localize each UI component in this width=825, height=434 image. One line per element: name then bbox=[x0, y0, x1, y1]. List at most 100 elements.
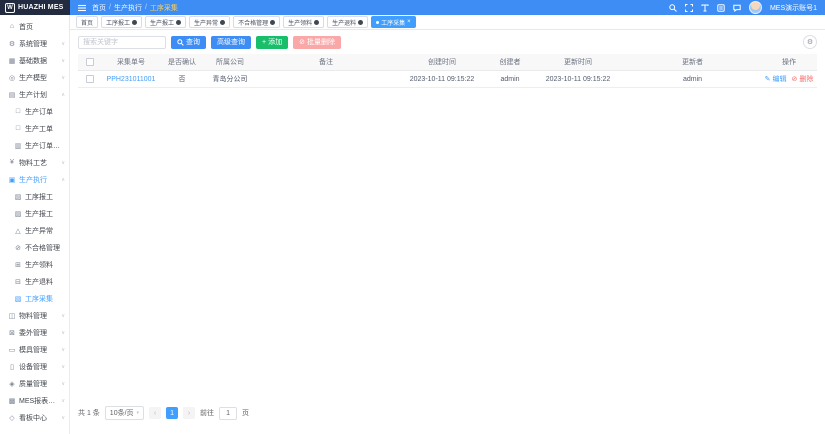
sidebar-item-system-mgmt[interactable]: ⚙ 系统管理 ∨ bbox=[0, 35, 69, 52]
sidebar-item-mold-mgmt[interactable]: ▭ 模具管理 ∨ bbox=[0, 341, 69, 358]
close-icon[interactable] bbox=[314, 20, 319, 25]
edit-button[interactable]: ✎ 编辑 bbox=[765, 76, 787, 83]
equipment-icon: ▯ bbox=[8, 363, 16, 371]
main-content: 首页 工序报工 生产报工 生产异常 不合格管理 bbox=[70, 15, 825, 434]
tab-production-report[interactable]: 生产报工 bbox=[145, 16, 186, 28]
sidebar-item-nonconforming-mgmt[interactable]: ⊘ 不合格管理 bbox=[0, 239, 69, 256]
sidebar-item-production-model[interactable]: ◎ 生产模型 ∨ bbox=[0, 69, 69, 86]
tab-process-collection[interactable]: 工序采集 × bbox=[371, 16, 416, 28]
sidebar-item-label: 生产模型 bbox=[19, 73, 47, 83]
chevron-down-icon: ▾ bbox=[137, 410, 140, 416]
sidebar-item-board-center[interactable]: ◇ 看板中心 ∨ bbox=[0, 409, 69, 426]
fullscreen-icon[interactable] bbox=[685, 4, 693, 12]
prev-page-button[interactable]: ‹ bbox=[149, 407, 161, 419]
column-settings-button[interactable]: ⚙ bbox=[803, 35, 817, 49]
plus-icon: + bbox=[262, 39, 266, 46]
trash-icon: ⊘ bbox=[792, 76, 798, 83]
data-table: 采集单号 是否确认 所属公司 备注 创建时间 创建者 更新时间 更新者 操作 bbox=[78, 54, 817, 88]
chart-icon: ▨ bbox=[14, 210, 22, 218]
created-at-cell: 2023-10-11 09:15:22 bbox=[396, 71, 488, 88]
tab-material-requisition[interactable]: 生产领料 bbox=[283, 16, 324, 28]
tab-home[interactable]: 首页 bbox=[76, 16, 98, 28]
app-root: W HUAZHI MES 首页 / 生产执行 / 工序采集 bbox=[0, 0, 825, 434]
goto-page-input[interactable] bbox=[219, 407, 237, 420]
select-all-checkbox[interactable] bbox=[86, 58, 94, 66]
close-icon[interactable] bbox=[220, 20, 225, 25]
plan-icon: ▤ bbox=[8, 91, 16, 99]
breadcrumb-separator: / bbox=[109, 4, 111, 11]
sidebar-item-home[interactable]: ⌂ 首页 bbox=[0, 18, 69, 35]
tab-process-report[interactable]: 工序报工 bbox=[101, 16, 142, 28]
tab-material-return[interactable]: 生产退料 bbox=[327, 16, 368, 28]
sidebar-item-production-abnormal[interactable]: △ 生产异常 bbox=[0, 222, 69, 239]
sidebar-item-quality-mgmt[interactable]: ◈ 质量管理 ∨ bbox=[0, 375, 69, 392]
sidebar-item-label: 工序报工 bbox=[25, 192, 53, 202]
sidebar-item-process-report[interactable]: ▨ 工序报工 bbox=[0, 188, 69, 205]
updated-at-cell: 2023-10-11 09:15:22 bbox=[532, 71, 624, 88]
tab-production-abnormal[interactable]: 生产异常 bbox=[189, 16, 230, 28]
avatar[interactable] bbox=[749, 1, 762, 14]
sidebar-item-production-report[interactable]: ▨ 生产报工 bbox=[0, 205, 69, 222]
delete-button[interactable]: ⊘ 删除 bbox=[792, 76, 814, 83]
close-icon[interactable] bbox=[176, 20, 181, 25]
material-icon: ◫ bbox=[8, 312, 16, 320]
sidebar-item-material-process[interactable]: ¥ 物料工艺 ∨ bbox=[0, 154, 69, 171]
doc-icon: □ bbox=[14, 108, 22, 115]
sidebar-item-basic-data[interactable]: ▦ 基础数据 ∨ bbox=[0, 52, 69, 69]
sidebar-item-order-board[interactable]: ▥ 生产订单看板 bbox=[0, 137, 69, 154]
inspect-icon: ⊘ bbox=[14, 244, 22, 252]
current-page-button[interactable]: 1 bbox=[166, 407, 178, 419]
message-icon[interactable] bbox=[733, 4, 741, 12]
sidebar-item-outsourcing-mgmt[interactable]: ⊠ 委外管理 ∨ bbox=[0, 324, 69, 341]
sidebar-item-material-requisition[interactable]: ⊞ 生产领料 bbox=[0, 256, 69, 273]
advanced-query-button[interactable]: 高级查询 bbox=[211, 36, 251, 49]
sidebar-item-production-workorder[interactable]: □ 生产工单 bbox=[0, 120, 69, 137]
sidebar-item-label: 物料工艺 bbox=[19, 158, 47, 168]
sidebar-item-production-order[interactable]: □ 生产订单 bbox=[0, 103, 69, 120]
close-icon[interactable] bbox=[358, 20, 363, 25]
tab-label: 生产报工 bbox=[150, 18, 174, 27]
search-icon[interactable] bbox=[669, 4, 677, 12]
add-button[interactable]: + 添加 bbox=[256, 36, 288, 49]
breadcrumb-section[interactable]: 生产执行 bbox=[114, 3, 142, 13]
sidebar-item-report-center[interactable]: ▩ MES报表中心 ∨ bbox=[0, 392, 69, 409]
chevron-down-icon: ∨ bbox=[61, 330, 65, 336]
close-icon[interactable]: × bbox=[407, 19, 411, 25]
close-icon[interactable] bbox=[270, 20, 275, 25]
breadcrumb-home[interactable]: 首页 bbox=[92, 3, 106, 13]
page-size-select[interactable]: 10条/页 ▾ bbox=[105, 406, 144, 420]
sidebar-item-label: 生产工单 bbox=[25, 124, 53, 134]
sidebar-item-process-collection[interactable]: ▧ 工序采集 bbox=[0, 290, 69, 307]
sidebar-item-material-mgmt[interactable]: ◫ 物料管理 ∨ bbox=[0, 307, 69, 324]
hamburger-icon[interactable] bbox=[78, 4, 86, 12]
tab-nonconforming-mgmt[interactable]: 不合格管理 bbox=[233, 16, 280, 28]
actions-cell: ✎ 编辑 ⊘ 删除 bbox=[761, 71, 817, 88]
row-checkbox[interactable] bbox=[86, 75, 94, 83]
column-actions: 操作 bbox=[761, 54, 817, 71]
database-icon: ▦ bbox=[8, 57, 16, 65]
docs-icon[interactable] bbox=[717, 4, 725, 12]
batch-delete-button[interactable]: ⊘ 批量删除 bbox=[293, 36, 341, 49]
close-icon[interactable] bbox=[132, 20, 137, 25]
tab-label: 生产退料 bbox=[332, 18, 356, 27]
chevron-up-icon: ∧ bbox=[61, 92, 65, 98]
layout-size-icon[interactable] bbox=[701, 4, 709, 12]
goto-suffix: 页 bbox=[242, 408, 249, 418]
chevron-down-icon: ∨ bbox=[61, 58, 65, 64]
username[interactable]: MES演示账号1 bbox=[770, 3, 817, 13]
next-page-button[interactable]: › bbox=[183, 407, 195, 419]
query-button[interactable]: 查询 bbox=[171, 36, 206, 49]
breadcrumb-current: 工序采集 bbox=[150, 3, 178, 13]
sidebar-item-production-plan[interactable]: ▤ 生产计划 ∧ bbox=[0, 86, 69, 103]
logo: W HUAZHI MES bbox=[0, 0, 70, 15]
collect-icon: ▧ bbox=[14, 295, 22, 303]
order-no-link[interactable]: PPH231011001 bbox=[107, 76, 156, 83]
return-icon: ⊟ bbox=[14, 278, 22, 286]
sidebar-item-production-execute[interactable]: ▣ 生产执行 ∧ bbox=[0, 171, 69, 188]
sidebar-item-equipment-mgmt[interactable]: ▯ 设备管理 ∨ bbox=[0, 358, 69, 375]
advanced-query-label: 高级查询 bbox=[217, 37, 245, 47]
sidebar-item-label: 生产异常 bbox=[25, 226, 53, 236]
search-input[interactable] bbox=[78, 36, 166, 49]
sidebar-item-material-return[interactable]: ⊟ 生产退料 bbox=[0, 273, 69, 290]
tabs-bar: 首页 工序报工 生产报工 生产异常 不合格管理 bbox=[70, 15, 825, 30]
